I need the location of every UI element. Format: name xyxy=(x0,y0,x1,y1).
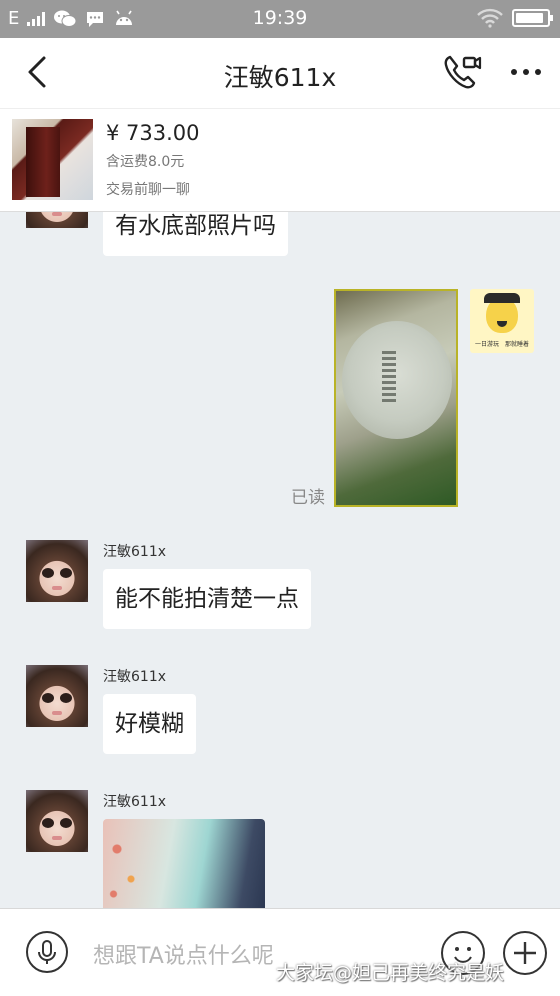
sent-image[interactable] xyxy=(334,289,458,507)
self-avatar[interactable]: 一日游玩 那就睡着 xyxy=(470,289,534,353)
message-bubble[interactable]: 能不能拍清楚一点 xyxy=(103,569,311,629)
product-price: ¥ 733.00 xyxy=(106,121,200,145)
status-right xyxy=(476,8,553,28)
shipping-fee: 含运费8.0元 xyxy=(106,154,185,170)
avatar[interactable] xyxy=(26,540,88,602)
sender-nickname: 汪敏611x xyxy=(103,794,167,810)
status-bar: E 19:39 xyxy=(0,0,560,38)
avatar[interactable] xyxy=(26,790,88,852)
avatar[interactable] xyxy=(26,212,88,228)
sender-nickname: 汪敏611x xyxy=(103,544,167,560)
avatar[interactable] xyxy=(26,665,88,727)
chat-area[interactable]: 有水底部照片吗 已读 一日游玩 那就睡着 汪敏611x 能不能拍清楚一点 汪敏6… xyxy=(0,212,560,908)
message-bubble[interactable]: 有水底部照片吗 xyxy=(103,212,288,256)
plus-icon xyxy=(514,942,536,964)
more-dots-icon[interactable] xyxy=(508,62,548,82)
message-bubble[interactable]: 好模糊 xyxy=(103,694,196,754)
more-actions-button[interactable] xyxy=(503,931,547,975)
voice-input-button[interactable] xyxy=(26,931,68,973)
sender-nickname: 汪敏611x xyxy=(103,669,167,685)
read-status: 已读 xyxy=(291,488,325,508)
microphone-icon xyxy=(38,940,56,964)
received-image[interactable] xyxy=(103,819,265,908)
chat-before-trade: 交易前聊一聊 xyxy=(106,182,190,198)
wifi-icon xyxy=(477,8,503,28)
nav-bar: 汪敏611x xyxy=(0,38,560,108)
battery-icon xyxy=(512,9,553,27)
watermark: 大家坛@妲己再美终究是妖 xyxy=(276,962,505,984)
message-input[interactable]: 想跟TA说点什么呢 xyxy=(93,938,274,970)
self-avatar-caption: 一日游玩 那就睡着 xyxy=(474,341,529,348)
phone-video-call-icon[interactable] xyxy=(442,53,482,93)
product-thumbnail[interactable] xyxy=(12,119,93,200)
product-card[interactable]: ¥ 733.00 含运费8.0元 交易前聊一聊 xyxy=(0,108,560,212)
